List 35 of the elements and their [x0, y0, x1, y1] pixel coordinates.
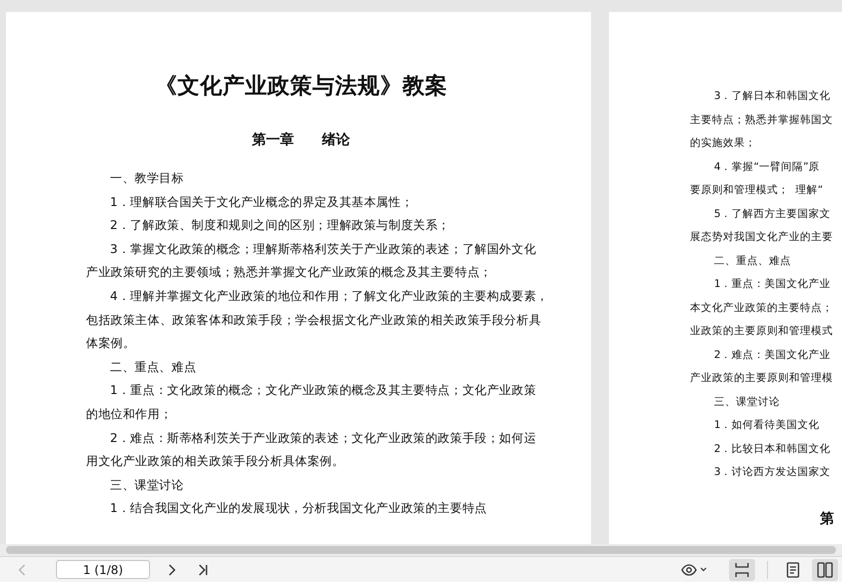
paragraph: 1．如何看待美国文化 [713, 418, 820, 433]
paragraph: 三、课堂讨论 [713, 394, 780, 410]
paragraph: 三、课堂讨论 [109, 476, 184, 494]
paragraph: 2．了解政策、制度和规则之间的区别；理解政策与制度关系； [109, 217, 450, 234]
last-page-icon [198, 564, 208, 576]
paragraph: 2．比较日本和韩国文化 [713, 442, 831, 456]
horizontal-scrollbar[interactable] [6, 546, 836, 554]
paragraph: 1．理解联合国关于文化产业概念的界定及其基本属性； [109, 194, 414, 211]
paragraph: 1．重点：美国文化产业 本文化产业政策的主要特点； 业政策的主要原则和管理模式 [690, 277, 833, 339]
eye-icon [681, 564, 697, 576]
paragraph: 1．结合我国文化产业的发展现状，分析我国文化产业政策的主要特点 [109, 500, 487, 518]
paragraph: 2．难点：美国文化产业 产业政策的主要原则和管理模 [690, 348, 833, 386]
page-icon [786, 562, 800, 578]
chapter-heading: 第一章 绪论 [251, 130, 351, 150]
paragraph: 二、重点、难点 [713, 254, 791, 268]
paragraph: 3．讨论西方发达国家文 [713, 465, 831, 480]
chevron-right-icon [168, 564, 176, 576]
fit-width-icon [734, 562, 750, 578]
paragraph: 4．掌握“一臂间隔”原 要原则和管理模式； 理解“ [690, 160, 824, 198]
document-title: 《文化产业政策与法规》教案 [154, 72, 448, 101]
paragraph: 4．理解并掌握文化产业政策的地位和作用；了解文化产业政策的主要构成要素， 包括政策主体、政策客体和政策手段；学会根据文化产业政策的相关政策手段分析具 体案例。 [86, 288, 548, 352]
page-number-field[interactable]: 1 (1/8) [56, 560, 150, 579]
paragraph: 一、教学目标 [109, 170, 184, 187]
caret-icon [700, 567, 707, 572]
paragraph: 5．了解西方主要国家文 展态势对我国文化产业的主要 [690, 206, 833, 245]
view-mode-button[interactable] [812, 558, 838, 580]
chapter-heading: 第 [819, 510, 835, 528]
paragraph: 3．了解日本和韩国文化 主要特点；熟悉并掌握韩国文 的实施效果； [690, 89, 833, 151]
paragraph: 二、重点、难点 [109, 358, 196, 376]
two-page-icon [817, 562, 833, 578]
view-mode-button[interactable] [729, 558, 755, 580]
chevron-left-icon [18, 564, 26, 576]
paragraph: 3．掌握文化政策的概念；理解斯蒂格利茨关于产业政策的表述；了解国外文化 产业政策研究的主要领域；熟悉并掌握文化产业政策的概念及其主要特点； [86, 240, 536, 282]
paragraph: 2．难点：斯蒂格利茨关于产业政策的表述；文化产业政策的政策手段；如何运 用文化产业政策的相关政策手段分析具体案例。 [86, 430, 536, 470]
paragraph: 1．重点：文化政策的概念；文化产业政策的概念及其主要特点；文化产业政策 的地位和作用； [86, 382, 536, 423]
